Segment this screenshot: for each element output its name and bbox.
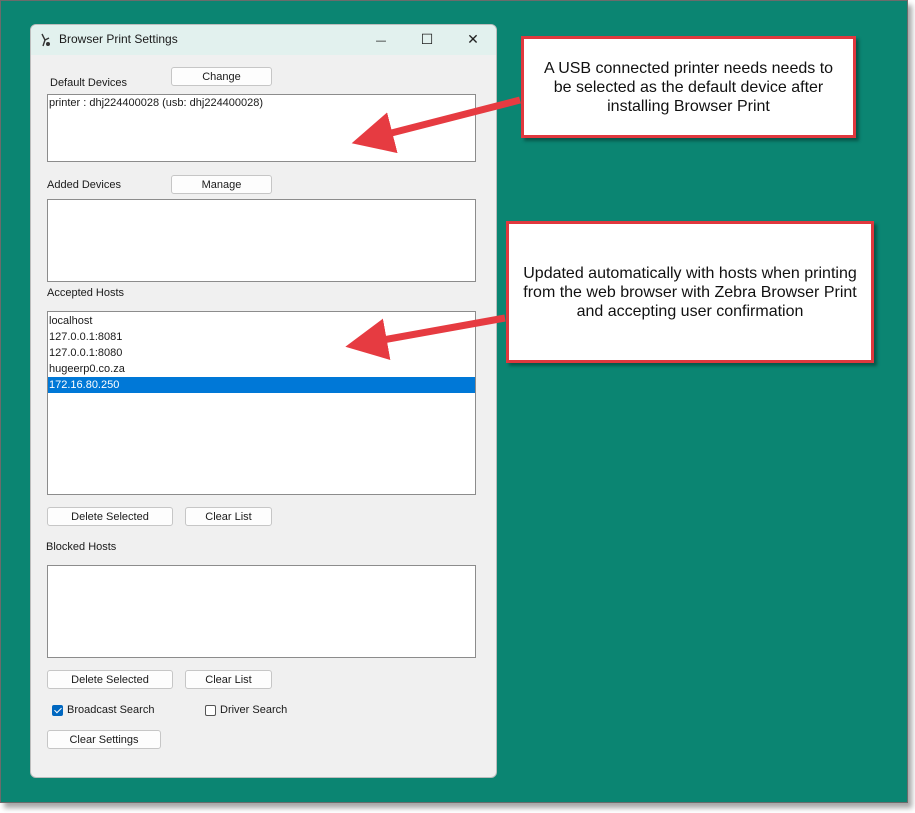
default-devices-list[interactable]: printer : dhj224400028 (usb: dhj22440002…	[47, 94, 476, 162]
list-item[interactable]: printer : dhj224400028 (usb: dhj22440002…	[48, 95, 475, 111]
broadcast-search-label: Broadcast Search	[67, 704, 155, 716]
list-item[interactable]: hugeerp0.co.za	[48, 361, 475, 377]
app-icon	[41, 33, 50, 47]
added-devices-label: Added Devices	[47, 179, 121, 191]
list-item-selected[interactable]: 172.16.80.250	[48, 377, 475, 393]
blocked-hosts-label: Blocked Hosts	[46, 541, 117, 553]
blocked-clear-list-button[interactable]: Clear List	[185, 670, 272, 689]
usb-printer-callout-text: A USB connected printer needs needs to b…	[543, 59, 834, 115]
screenshot-frame: Browser Print Settings — ☐ ✕ Default Dev…	[0, 0, 908, 803]
broadcast-search-checkbox[interactable]: Broadcast Search	[52, 704, 154, 716]
accepted-hosts-label: Accepted Hosts	[47, 287, 125, 299]
minimize-icon: —	[375, 33, 387, 47]
close-button[interactable]: ✕	[450, 25, 496, 55]
maximize-icon: ☐	[420, 32, 434, 48]
list-item[interactable]: localhost	[48, 313, 475, 329]
clear-settings-button[interactable]: Clear Settings	[47, 730, 161, 749]
accepted-clear-list-button[interactable]: Clear List	[185, 507, 272, 526]
accepted-hosts-callout: Updated automatically with hosts when pr…	[506, 221, 874, 363]
title-bar: Browser Print Settings — ☐ ✕	[31, 25, 496, 55]
list-item[interactable]: 127.0.0.1:8081	[48, 329, 475, 345]
close-icon: ✕	[467, 32, 479, 48]
driver-search-checkbox[interactable]: Driver Search	[205, 704, 287, 716]
blocked-hosts-list[interactable]	[47, 565, 476, 658]
manage-button[interactable]: Manage	[171, 175, 272, 194]
maximize-button[interactable]: ☐	[404, 25, 450, 55]
window-title: Browser Print Settings	[59, 32, 178, 46]
minimize-button[interactable]: —	[358, 25, 404, 55]
browser-print-settings-window: Browser Print Settings — ☐ ✕ Default Dev…	[30, 24, 497, 778]
usb-printer-callout: A USB connected printer needs needs to b…	[521, 36, 856, 138]
checkbox-checked-icon[interactable]	[52, 704, 63, 716]
driver-search-label: Driver Search	[220, 704, 288, 716]
accepted-hosts-callout-text: Updated automatically with hosts when pr…	[523, 264, 857, 320]
change-button[interactable]: Change	[171, 67, 272, 86]
default-devices-label: Default Devices	[50, 77, 128, 89]
accepted-hosts-list[interactable]: localhost 127.0.0.1:8081 127.0.0.1:8080 …	[47, 311, 476, 495]
added-devices-list[interactable]	[47, 199, 476, 282]
blocked-delete-selected-button[interactable]: Delete Selected	[47, 670, 173, 689]
accepted-delete-selected-button[interactable]: Delete Selected	[47, 507, 173, 526]
checkbox-unchecked-icon[interactable]	[205, 704, 216, 716]
list-item[interactable]: 127.0.0.1:8080	[48, 345, 475, 361]
